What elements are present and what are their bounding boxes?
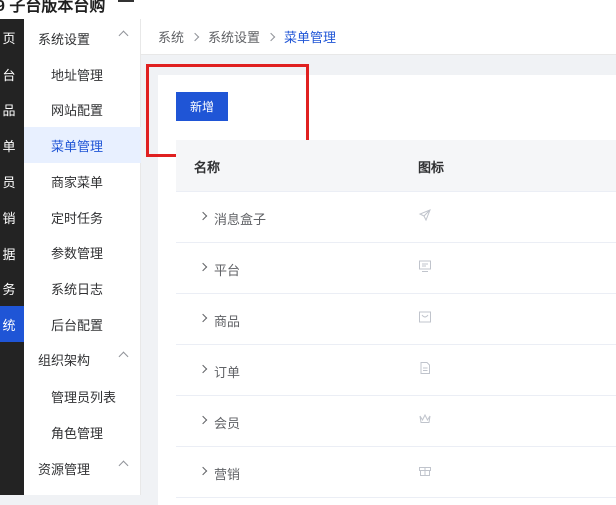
rail-item-marketing[interactable]: 销 [0, 199, 24, 235]
row-name: 会员 [214, 416, 241, 431]
app-brand: 9 子台版本台购 [0, 0, 106, 15]
table-row[interactable]: 订单 [176, 345, 616, 396]
rail-item-members[interactable]: 员 [0, 163, 24, 199]
menu-toggle-icon[interactable] [118, 0, 134, 8]
table-row[interactable]: 营销 [176, 447, 616, 498]
chevron-up-icon [118, 30, 129, 41]
row-name: 消息盒子 [214, 212, 267, 227]
table-header: 名称 图标 [176, 140, 616, 192]
rail-item-system[interactable]: 统 [0, 306, 24, 342]
sidebar-item-parameters[interactable]: 参数管理 [24, 234, 141, 270]
sidebar-item-backend-config[interactable]: 后台配置 [24, 306, 141, 342]
chevron-up-icon [118, 460, 129, 471]
breadcrumb: 系统 系统设置 菜单管理 [141, 19, 616, 55]
rail-item-data[interactable]: 据 [0, 235, 24, 271]
chevron-right-icon [266, 32, 276, 41]
sidebar-item-merchant-menu[interactable]: 商家菜单 [24, 163, 141, 199]
row-name: 订单 [214, 365, 241, 380]
chevron-right-icon [190, 32, 200, 41]
document-icon [420, 362, 430, 374]
chevron-right-icon[interactable] [198, 466, 208, 476]
row-name: 商品 [214, 314, 241, 329]
gift-icon [419, 467, 431, 476]
sidebar-item-role-management[interactable]: 角色管理 [24, 414, 141, 450]
table-row[interactable]: 会员 [176, 396, 616, 447]
chevron-right-icon[interactable] [198, 415, 208, 425]
send-icon [418, 209, 431, 222]
row-name: 营销 [214, 467, 241, 482]
sidebar-item-admin-list[interactable]: 管理员列表 [24, 378, 141, 414]
monitor-icon [419, 260, 431, 272]
sidebar-item-system-log[interactable]: 系统日志 [24, 270, 141, 306]
rail-item-home[interactable]: 页 [0, 19, 24, 55]
nav-group-resources[interactable]: 资源管理 [24, 450, 141, 486]
chevron-right-icon[interactable] [198, 211, 208, 221]
sidebar-item-menu-management[interactable]: 菜单管理 [24, 127, 141, 163]
chevron-right-icon[interactable] [198, 313, 208, 323]
row-name: 平台 [214, 263, 241, 278]
table-row[interactable]: 消息盒子 [176, 192, 616, 243]
column-header-name: 名称 [194, 160, 221, 175]
crown-icon [419, 413, 431, 423]
sub-sidebar: 系统设置 地址管理 网站配置 菜单管理 商家菜单 定时任务 参数管理 系统日志 … [24, 19, 141, 495]
rail-item-platform[interactable]: 台 [0, 56, 24, 92]
shopping-box-icon [419, 311, 431, 323]
nav-group-organization[interactable]: 组织架构 [24, 341, 141, 377]
nav-group-label: 组织架构 [38, 352, 91, 368]
nav-group-label: 资源管理 [38, 461, 91, 477]
chevron-up-icon [118, 351, 129, 362]
rail-item-orders[interactable]: 单 [0, 127, 24, 163]
nav-group-system-settings[interactable]: 系统设置 [24, 20, 141, 56]
column-header-icon: 图标 [418, 160, 445, 175]
sidebar-item-address[interactable]: 地址管理 [24, 56, 141, 92]
breadcrumb-item[interactable]: 系统设置 [208, 27, 260, 46]
nav-group-label: 系统设置 [38, 31, 91, 47]
main-rail: 页 台 品 单 员 销 据 务 统 [0, 19, 24, 495]
breadcrumb-item[interactable]: 系统 [158, 27, 184, 46]
chevron-right-icon[interactable] [198, 262, 208, 272]
top-bar: 9 子台版本台购 [0, 0, 616, 19]
breadcrumb-current: 菜单管理 [284, 30, 337, 45]
chevron-right-icon[interactable] [198, 364, 208, 374]
rail-item-products[interactable]: 品 [0, 91, 24, 127]
sidebar-item-site-config[interactable]: 网站配置 [24, 91, 141, 127]
table-row[interactable]: 平台 [176, 243, 616, 294]
rail-item-service[interactable]: 务 [0, 270, 24, 306]
table-row[interactable]: 商品 [176, 294, 616, 345]
sidebar-item-scheduled-tasks[interactable]: 定时任务 [24, 199, 141, 235]
